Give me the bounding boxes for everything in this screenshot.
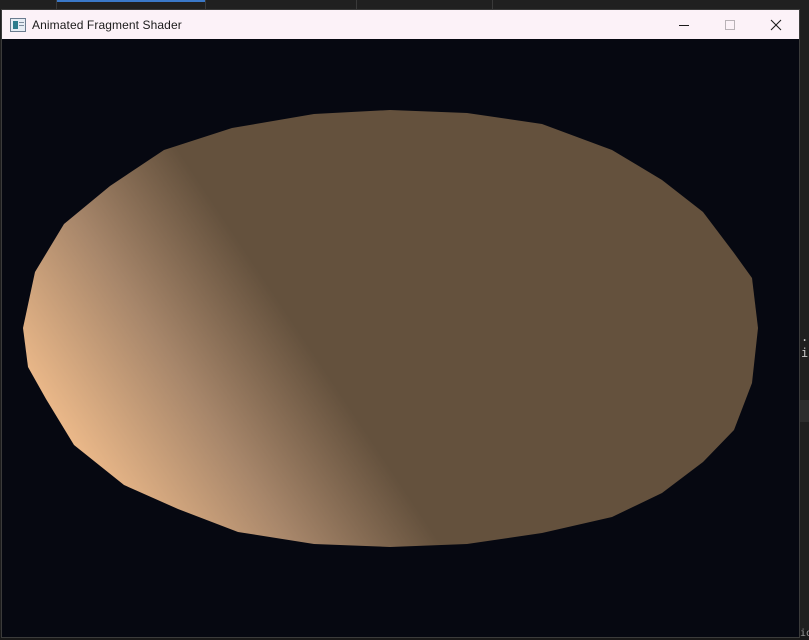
- maximize-icon: [725, 19, 735, 30]
- shader-window: Animated Fragment Shader: [1, 9, 800, 638]
- minimize-button[interactable]: [661, 10, 707, 39]
- render-viewport[interactable]: [2, 39, 799, 637]
- background-code-fragment: i: [801, 346, 809, 360]
- app-window-icon: [10, 17, 26, 32]
- background-code-fragment: io: [800, 628, 809, 639]
- background-code-fragment: .r: [801, 330, 809, 344]
- maximize-button[interactable]: [707, 10, 753, 39]
- close-icon: [770, 19, 782, 30]
- background-active-tab-indicator: [57, 0, 205, 2]
- background-editor-highlight: [800, 400, 809, 422]
- title-bar[interactable]: Animated Fragment Shader: [2, 10, 799, 39]
- render-canvas: [23, 110, 758, 547]
- shaded-ellipse: [23, 110, 758, 547]
- window-title: Animated Fragment Shader: [32, 17, 182, 32]
- close-button[interactable]: [753, 10, 799, 39]
- minimize-icon: [679, 24, 689, 26]
- background-editor-right-edge: .r i: [800, 40, 809, 640]
